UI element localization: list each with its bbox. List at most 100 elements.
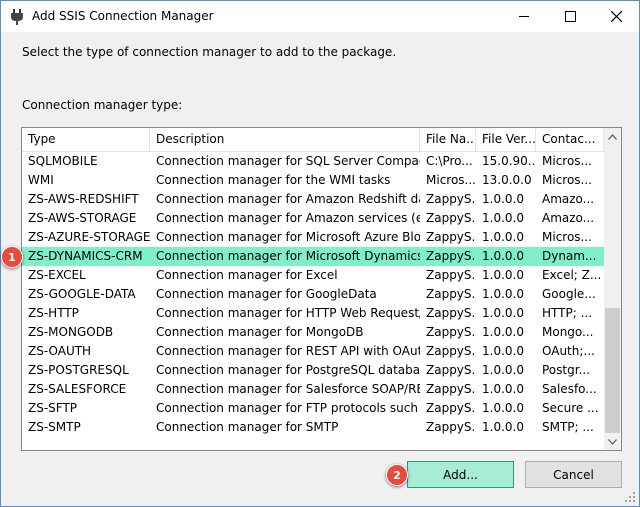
cell-type: ZS-EXCEL (28, 268, 86, 282)
table-row[interactable]: ZS-SMTP Connection manager for SMTP ZappyS… (22, 418, 604, 437)
connection-type-label: Connection manager type: (22, 98, 183, 112)
cell-file-name: Micros... (426, 173, 476, 187)
cell-description: Connection manager for FTP protocols suc… (156, 401, 420, 415)
cell-contact: Micros... (542, 173, 592, 187)
cell-file-name: ZappyS... (426, 382, 476, 396)
cell-description: Connection manager for Microsoft Dynamic… (156, 249, 420, 263)
cell-file-name: ZappyS... (426, 306, 476, 320)
cell-contact: Secure ... (542, 401, 599, 415)
cell-contact: Mongo... (542, 325, 594, 339)
table-row[interactable]: ZS-SALESFORCE Connection manager for Sale… (22, 380, 604, 399)
cell-type: ZS-HTTP (28, 306, 79, 320)
cell-type: ZS-OAUTH (28, 344, 92, 358)
cell-type: ZS-SALESFORCE (28, 382, 127, 396)
column-header-description[interactable]: Description (150, 128, 420, 151)
connection-manager-list[interactable]: Type Description File Na... File Ver... … (21, 127, 622, 451)
cell-file-version: 1.0.0.0 (482, 325, 524, 339)
cell-file-version: 1.0.0.0 (482, 287, 524, 301)
cell-file-version: 1.0.0.0 (482, 363, 524, 377)
table-row[interactable]: ZS-AZURE-STORAGE Connection manager for M… (22, 228, 604, 247)
add-button[interactable]: Add... (407, 461, 514, 488)
table-row[interactable]: ZS-AWS-REDSHIFT Connection manager for Am… (22, 190, 604, 209)
cancel-button[interactable]: Cancel (525, 461, 622, 488)
cell-description: Connection manager for Salesforce SOAP/R… (156, 382, 420, 396)
chevron-down-icon (608, 438, 617, 445)
cell-file-version: 1.0.0.0 (482, 382, 524, 396)
cell-type: ZS-SMTP (28, 420, 81, 434)
table-row[interactable]: ZS-HTTP Connection manager for HTTP Web R… (22, 304, 604, 323)
table-row[interactable]: ZS-GOOGLE-DATA Connection manager for Goo… (22, 285, 604, 304)
vertical-scrollbar[interactable] (604, 128, 621, 450)
cell-description: Connection manager for Amazon services (… (156, 211, 420, 225)
cell-file-name: ZappyS... (426, 211, 476, 225)
cell-file-name: ZappyS... (426, 363, 476, 377)
cell-type: ZS-GOOGLE-DATA (28, 287, 136, 301)
cell-contact: Google... (542, 287, 596, 301)
list-header: Type Description File Na... File Ver... … (22, 128, 604, 152)
cell-file-name: ZappyS... (426, 325, 476, 339)
cell-file-name: ZappyS... (426, 287, 476, 301)
cell-file-version: 1.0.0.0 (482, 306, 524, 320)
step-badge-1: 1 (1, 246, 23, 268)
cell-file-version: 1.0.0.0 (482, 401, 524, 415)
column-header-type[interactable]: Type (22, 128, 150, 151)
cell-contact: Micros... (542, 154, 592, 168)
table-row[interactable]: WMI Connection manager for the WMI tasks M… (22, 171, 604, 190)
cell-file-version: 13.0.0.0 (482, 173, 532, 187)
cell-type: ZS-AWS-REDSHIFT (28, 192, 139, 206)
scroll-up-button[interactable] (604, 128, 621, 145)
table-row[interactable]: ZS-MONGODB Connection manager for MongoDB… (22, 323, 604, 342)
cell-contact: SMTP; ... (542, 420, 594, 434)
cell-contact: Amazo... (542, 192, 595, 206)
cell-file-name: ZappyS... (426, 268, 476, 282)
cell-description: Connection manager for Excel (156, 268, 338, 282)
table-row[interactable]: ZS-DYNAMICS-CRM Connection manager for Mi… (22, 247, 604, 266)
column-header-contact[interactable]: Contac... (536, 128, 604, 151)
cell-file-version: 15.0.90... (482, 154, 536, 168)
table-row[interactable]: ZS-POSTGRESQL Connection manager for Post… (22, 361, 604, 380)
cell-contact: Salesfo... (542, 382, 597, 396)
instruction-text: Select the type of connection manager to… (22, 45, 397, 59)
scrollbar-thumb[interactable] (605, 308, 620, 433)
close-button[interactable] (593, 1, 639, 32)
cell-file-version: 1.0.0.0 (482, 344, 524, 358)
table-row[interactable]: ZS-OAUTH Connection manager for REST API … (22, 342, 604, 361)
cell-file-version: 1.0.0.0 (482, 420, 524, 434)
cell-type: SQLMOBILE (28, 154, 98, 168)
cell-file-name: C:\Pro... (426, 154, 473, 168)
cell-file-version: 1.0.0.0 (482, 192, 524, 206)
cell-contact: Excel; Z... (542, 268, 602, 282)
column-header-file-version[interactable]: File Ver... (476, 128, 536, 151)
cell-contact: Dynam... (542, 249, 597, 263)
cell-file-version: 1.0.0.0 (482, 211, 524, 225)
cell-description: Connection manager for Amazon Redshift d… (156, 192, 420, 206)
cell-description: Connection manager for Microsoft Azure B… (156, 230, 420, 244)
cell-description: Connection manager for GoogleData (156, 287, 377, 301)
scroll-down-button[interactable] (604, 433, 621, 450)
cell-file-version: 1.0.0.0 (482, 268, 524, 282)
cell-description: Connection manager for MongoDB (156, 325, 364, 339)
cell-contact: Micros... (542, 230, 592, 244)
table-row[interactable]: ZS-EXCEL Connection manager for Excel Zapp… (22, 266, 604, 285)
minimize-icon (519, 16, 529, 17)
table-row[interactable]: ZS-SFTP Connection manager for FTP protoc… (22, 399, 604, 418)
dialog-window: Add SSIS Connection Manager Select the t… (0, 0, 640, 507)
resize-grip-icon[interactable] (624, 491, 636, 503)
close-icon (610, 11, 622, 22)
table-row[interactable]: SQLMOBILE Connection manager for SQL Serv… (22, 152, 604, 171)
cell-description: Connection manager for HTTP Web Request/… (156, 306, 420, 320)
step-badge-2: 2 (386, 464, 408, 486)
maximize-button[interactable] (547, 1, 593, 32)
list-rows: SQLMOBILE Connection manager for SQL Serv… (22, 152, 604, 437)
minimize-button[interactable] (501, 1, 547, 32)
title-bar[interactable]: Add SSIS Connection Manager (1, 1, 639, 32)
chevron-up-icon (608, 133, 617, 140)
cell-contact: Postgr... (542, 363, 590, 377)
cell-contact: HTTP; ... (542, 306, 593, 320)
cell-file-version: 1.0.0.0 (482, 249, 524, 263)
table-row[interactable]: ZS-AWS-STORAGE Connection manager for Ama… (22, 209, 604, 228)
cell-file-name: ZappyS... (426, 401, 476, 415)
cell-description: Connection manager for SMTP (156, 420, 339, 434)
column-header-file-name[interactable]: File Na... (420, 128, 476, 151)
cell-type: ZS-AWS-STORAGE (28, 211, 137, 225)
